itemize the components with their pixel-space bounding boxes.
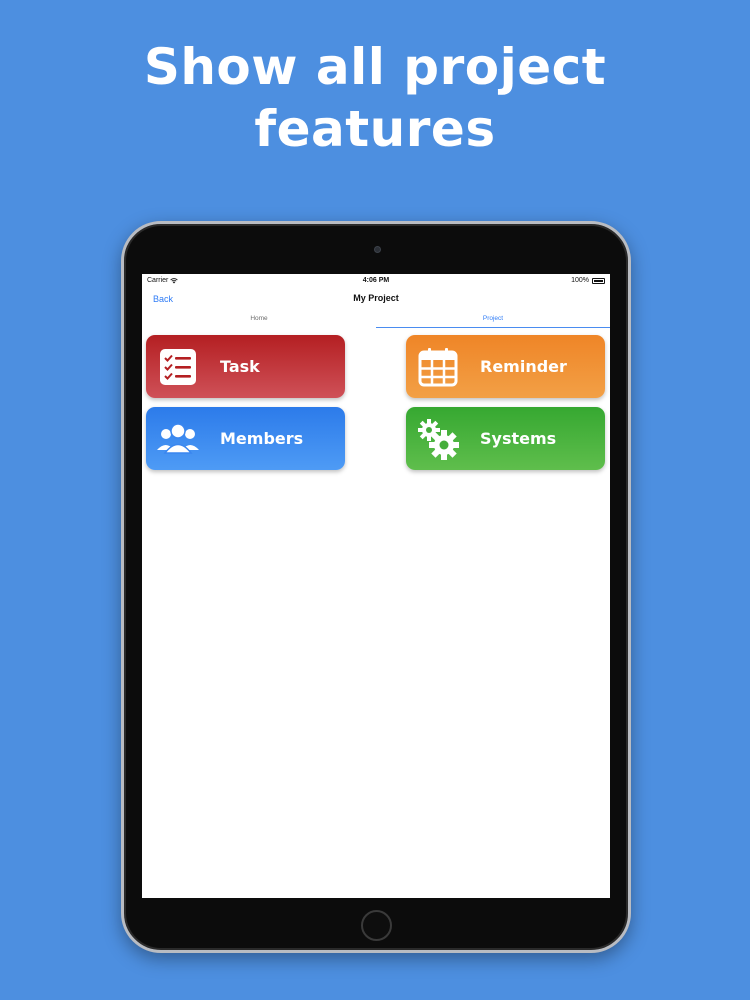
calendar-icon (416, 345, 460, 389)
page-title: My Project (353, 293, 399, 303)
battery-icon (592, 277, 605, 284)
headline: Show all project features (0, 36, 750, 160)
tab-project[interactable]: Project (376, 312, 610, 328)
members-label: Members (220, 429, 304, 448)
gears-icon (416, 417, 460, 461)
battery-percent: 100% (571, 277, 589, 284)
segment-tabs: Home Project (142, 312, 610, 328)
home-button[interactable] (361, 910, 392, 941)
task-button[interactable]: Task (146, 335, 345, 398)
checklist-icon (156, 345, 200, 389)
navigation-bar: Back My Project (142, 288, 610, 310)
headline-line-2: features (254, 100, 496, 158)
status-bar: Carrier 4:06 PM 100% (142, 274, 610, 288)
reminder-label: Reminder (480, 357, 567, 376)
members-button[interactable]: Members (146, 407, 345, 470)
systems-button[interactable]: Systems (406, 407, 605, 470)
reminder-button[interactable]: Reminder (406, 335, 605, 398)
ipad-frame: Carrier 4:06 PM 100% Back My Project Hom… (121, 221, 631, 953)
camera (374, 246, 381, 253)
headline-line-1: Show all project (143, 38, 607, 96)
people-icon (156, 417, 200, 461)
app-screen: Carrier 4:06 PM 100% Back My Project Hom… (142, 274, 610, 898)
clock: 4:06 PM (362, 277, 390, 284)
systems-label: Systems (480, 429, 557, 448)
tab-home[interactable]: Home (142, 312, 376, 328)
task-label: Task (220, 357, 260, 376)
